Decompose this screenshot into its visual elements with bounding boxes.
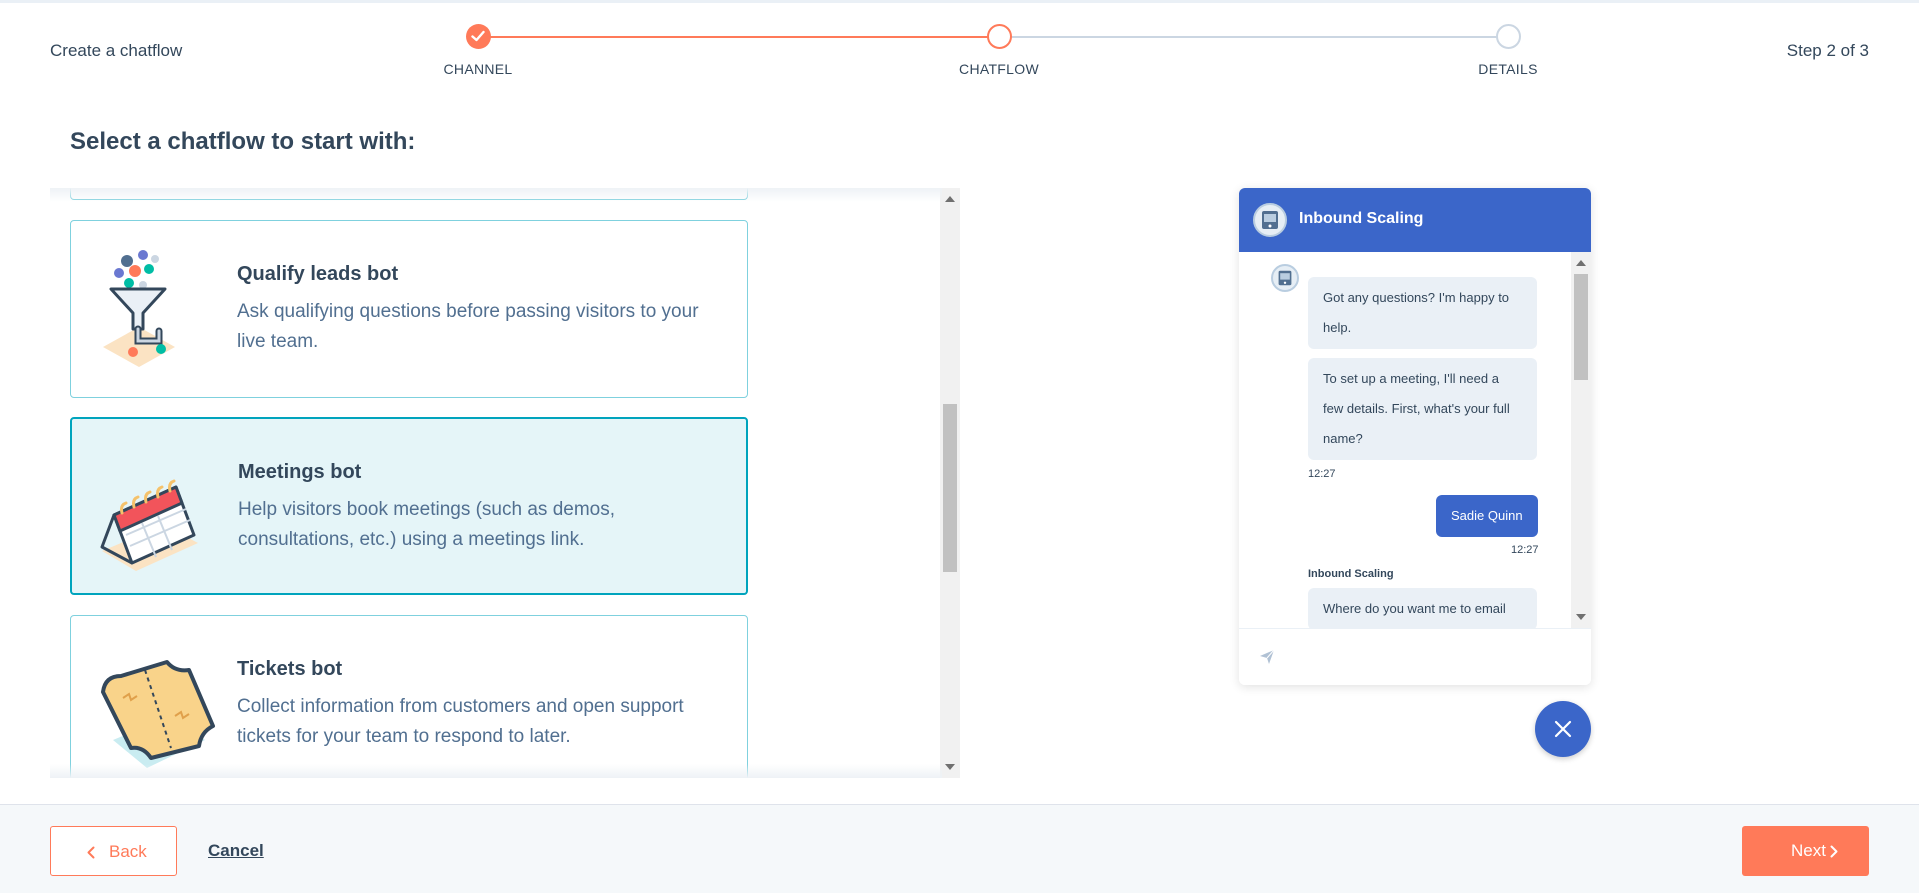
chat-message-bot: Got any questions? I'm happy to help. bbox=[1308, 277, 1537, 349]
step-details-dot bbox=[1496, 24, 1521, 49]
chatflow-title: Qualify leads bot bbox=[237, 263, 399, 285]
chatflow-card-tickets[interactable]: Tickets bot Collect information from cus… bbox=[70, 615, 748, 778]
page-title: Create a chatflow bbox=[50, 41, 183, 60]
chatflow-title: Tickets bot bbox=[237, 658, 343, 680]
bot-avatar bbox=[1253, 203, 1287, 237]
chatflow-card-partial[interactable] bbox=[70, 188, 748, 200]
chat-close-button[interactable] bbox=[1535, 701, 1591, 757]
step-chatflow-dot bbox=[987, 24, 1012, 49]
step-indicator: Step 2 of 3 bbox=[1786, 41, 1869, 60]
chatflow-card-qualify-leads[interactable]: Qualify leads bot Ask qualifying questio… bbox=[70, 220, 748, 398]
section-title: Select a chatflow to start with: bbox=[70, 128, 416, 155]
list-scrollbar[interactable] bbox=[940, 188, 960, 778]
scroll-up-arrow-icon[interactable] bbox=[945, 196, 955, 202]
send-icon[interactable] bbox=[1259, 649, 1275, 665]
back-button-label: Back bbox=[109, 842, 147, 861]
scroll-thumb[interactable] bbox=[943, 404, 957, 572]
scroll-thumb[interactable] bbox=[1574, 274, 1588, 380]
message-sender: Inbound Scaling bbox=[1308, 568, 1394, 580]
step-label-channel: CHANNEL bbox=[443, 61, 513, 77]
stepper-line-upcoming bbox=[999, 36, 1508, 38]
chatflow-description: Help visitors book meetings (such as dem… bbox=[238, 499, 615, 550]
back-button[interactable]: Back bbox=[50, 826, 177, 876]
message-timestamp: 12:27 bbox=[1308, 468, 1336, 480]
chat-messages: Got any questions? I'm happy to help. To… bbox=[1239, 252, 1591, 628]
chat-bot-name: Inbound Scaling bbox=[1299, 210, 1424, 227]
next-button-label: Next bbox=[1791, 841, 1826, 860]
close-icon bbox=[1554, 720, 1572, 738]
chatflow-description: Collect information from customers and o… bbox=[237, 696, 684, 747]
scroll-down-arrow-icon[interactable] bbox=[945, 764, 955, 770]
footer-bar: Back Cancel Next bbox=[0, 804, 1919, 893]
stepper-line-complete bbox=[478, 36, 999, 38]
calendar-icon bbox=[100, 479, 198, 571]
chat-input-area[interactable] bbox=[1239, 628, 1591, 685]
chatflow-card-meetings[interactable]: Meetings bot Help visitors book meetings… bbox=[70, 417, 748, 595]
chat-scrollbar[interactable] bbox=[1571, 252, 1591, 628]
funnel-icon bbox=[103, 250, 175, 367]
ticket-icon bbox=[101, 660, 215, 768]
scroll-down-arrow-icon[interactable] bbox=[1576, 614, 1586, 620]
chevron-right-icon bbox=[1830, 845, 1838, 858]
bot-avatar-icon bbox=[1278, 270, 1292, 286]
message-timestamp: 12:27 bbox=[1511, 544, 1539, 556]
chat-message-user: Sadie Quinn bbox=[1436, 495, 1538, 537]
chatflow-title: Meetings bot bbox=[238, 461, 362, 483]
chat-message-bot: Where do you want me to email bbox=[1308, 588, 1537, 628]
top-border bbox=[0, 0, 1919, 3]
chat-preview: Inbound Scaling Got any questions? I'm h… bbox=[1239, 188, 1591, 685]
chatflow-description: Ask qualifying questions before passing … bbox=[237, 301, 699, 352]
chat-header: Inbound Scaling bbox=[1239, 188, 1591, 252]
progress-stepper: CHANNEL CHATFLOW DETAILS bbox=[443, 24, 1537, 84]
next-button[interactable]: Next bbox=[1742, 826, 1869, 876]
bot-avatar-small bbox=[1271, 264, 1299, 292]
step-label-details: DETAILS bbox=[1478, 61, 1538, 77]
cancel-link[interactable]: Cancel bbox=[208, 841, 264, 861]
step-label-chatflow: CHATFLOW bbox=[959, 61, 1039, 77]
step-channel-dot bbox=[466, 24, 491, 49]
chevron-left-icon bbox=[87, 846, 95, 859]
chatflow-list[interactable]: Qualify leads bot Ask qualifying questio… bbox=[50, 188, 960, 778]
scroll-up-arrow-icon[interactable] bbox=[1576, 260, 1586, 266]
bot-avatar-icon bbox=[1262, 211, 1278, 229]
chat-message-bot: To set up a meeting, I'll need a few det… bbox=[1308, 358, 1537, 460]
checkmark-icon bbox=[471, 30, 485, 42]
